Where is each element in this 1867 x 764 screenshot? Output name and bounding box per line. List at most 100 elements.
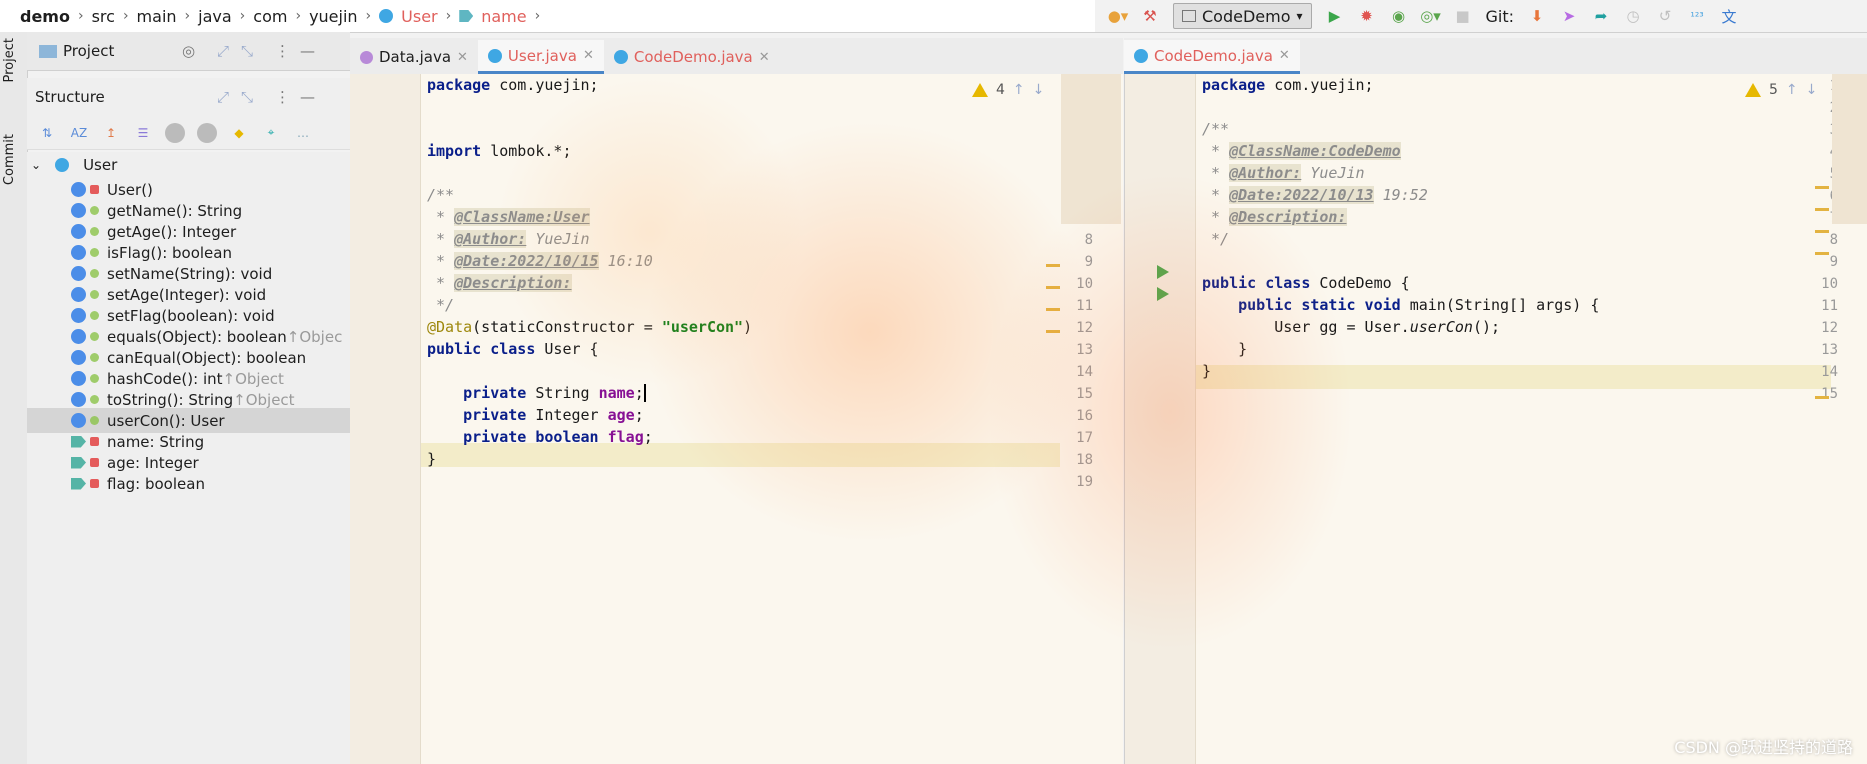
chevron-right-icon: ›: [239, 8, 246, 24]
more-options-icon[interactable]: ⋮: [275, 88, 290, 106]
code-line: public class CodeDemo {: [1202, 274, 1410, 292]
line-number: 11: [1076, 298, 1093, 314]
folder-icon: [39, 44, 57, 58]
collapse-icon[interactable]: ⤡: [241, 88, 253, 106]
chevron-right-icon: ›: [365, 8, 372, 24]
line-number: 12: [1821, 320, 1838, 336]
more-options-icon[interactable]: ⋮: [275, 42, 290, 60]
minimap[interactable]: [1061, 74, 1121, 224]
tree-item-label: equals(Object): boolean: [107, 327, 287, 346]
lock-icon: [90, 458, 99, 467]
line-number: 17: [1076, 430, 1093, 446]
warning-marker[interactable]: [1815, 186, 1829, 189]
warning-marker[interactable]: [1046, 286, 1060, 289]
tree-item-label: User(): [107, 180, 153, 199]
push-icon[interactable]: ➦: [1592, 7, 1610, 25]
left-editor[interactable]: 12345678910111213141516171819 package co…: [350, 74, 1123, 764]
tab-codedemo-java[interactable]: CodeDemo.java ✕: [604, 40, 780, 74]
run-icon[interactable]: ▶: [1326, 7, 1344, 25]
tab-codedemo-java[interactable]: CodeDemo.java ✕: [1124, 40, 1300, 74]
chevron-down-icon[interactable]: ⌄: [31, 158, 41, 172]
minimap[interactable]: [1832, 74, 1867, 224]
tree-root[interactable]: ⌄ User: [27, 152, 350, 177]
autoscroll-icon[interactable]: ⌖: [261, 123, 281, 143]
breadcrumb-item-com[interactable]: com: [253, 7, 287, 26]
arrow-down-icon[interactable]: ↓: [1806, 82, 1818, 98]
minimize-icon[interactable]: —: [300, 88, 315, 106]
method-icon: [71, 287, 86, 302]
warning-marker[interactable]: [1046, 330, 1060, 333]
collapse-icon[interactable]: ⤡: [241, 42, 253, 60]
warning-marker[interactable]: [1815, 230, 1829, 233]
history-icon[interactable]: ◷: [1624, 7, 1642, 25]
line-number: 14: [1821, 364, 1838, 380]
more-icon[interactable]: …: [293, 123, 313, 143]
close-icon[interactable]: ✕: [759, 50, 770, 65]
tree-item-suffix: ↑Objec: [286, 327, 343, 346]
debug-icon[interactable]: ✹: [1358, 7, 1376, 25]
tab-commit[interactable]: Commit: [2, 134, 17, 185]
user-icon[interactable]: ●▾: [1108, 7, 1129, 25]
arrow-up-icon[interactable]: ↑: [1786, 82, 1798, 98]
arrow-up-icon[interactable]: ↑: [1013, 82, 1025, 98]
breadcrumb-item-src[interactable]: src: [92, 7, 115, 26]
run-gutter-icon[interactable]: [1157, 265, 1169, 279]
close-icon[interactable]: ✕: [583, 48, 594, 63]
warning-marker[interactable]: [1046, 308, 1060, 311]
right-editor-tabs: CodeDemo.java ✕: [1124, 38, 1867, 75]
breadcrumb-item-main[interactable]: main: [137, 7, 177, 26]
stop-icon[interactable]: ■: [1454, 7, 1472, 25]
target-icon[interactable]: ◎: [182, 42, 195, 60]
tab-user-java[interactable]: User.java ✕: [477, 40, 604, 74]
commit-icon[interactable]: ➤: [1560, 7, 1578, 25]
project-panel-title[interactable]: Project: [63, 42, 114, 60]
arrow-down-icon[interactable]: ↓: [1033, 82, 1045, 98]
tree-item-label: age: Integer: [107, 453, 199, 472]
code-line: */: [427, 296, 455, 314]
show-non-public-icon[interactable]: [165, 122, 185, 143]
inspection-widget[interactable]: 5 ↑ ↓: [1745, 82, 1817, 98]
breadcrumb-item-name[interactable]: name: [481, 7, 526, 26]
inspection-widget[interactable]: 4 ↑ ↓: [972, 82, 1044, 98]
breadcrumb-item-yuejin[interactable]: yuejin: [309, 7, 357, 26]
rollback-icon[interactable]: ↺: [1656, 7, 1674, 25]
code-line: package com.yuejin;: [1202, 76, 1374, 94]
tree-field-item[interactable]: flag: boolean: [27, 471, 350, 496]
minimize-icon[interactable]: —: [300, 42, 315, 60]
tab-data-java[interactable]: Data.java ✕: [350, 40, 478, 74]
breadcrumb-item-demo[interactable]: demo: [20, 7, 70, 26]
translate-icon[interactable]: 文: [1720, 7, 1738, 26]
warning-marker[interactable]: [1046, 264, 1060, 267]
update-icon[interactable]: ⬇: [1528, 7, 1546, 25]
counter-icon[interactable]: ¹²³: [1688, 7, 1706, 25]
coverage-icon[interactable]: ◉: [1390, 7, 1408, 25]
code-line: * @ClassName:CodeDemo: [1202, 142, 1401, 160]
show-inherited-icon[interactable]: ↥: [101, 123, 121, 143]
warning-marker[interactable]: [1815, 208, 1829, 211]
code-line: /**: [1202, 120, 1230, 138]
lock-icon: [90, 185, 99, 194]
close-icon[interactable]: ✕: [457, 50, 468, 65]
warning-marker[interactable]: [1815, 252, 1829, 255]
right-editor[interactable]: 123456789101112131415 package com.yuejin…: [1124, 74, 1867, 764]
close-icon[interactable]: ✕: [1279, 48, 1290, 63]
hammer-icon[interactable]: ⚒: [1141, 7, 1159, 25]
run-gutter-icon[interactable]: [1157, 287, 1169, 301]
sort-alphabetically-icon[interactable]: AZ: [69, 123, 89, 143]
profile-icon[interactable]: ◎▾: [1420, 7, 1441, 25]
sort-by-visibility-icon[interactable]: ⇅: [37, 123, 57, 143]
tab-project[interactable]: Project: [2, 38, 17, 82]
expand-icon[interactable]: ⤢: [217, 88, 229, 106]
breadcrumb-item-user[interactable]: User: [401, 7, 437, 26]
breadcrumb-item-java[interactable]: java: [198, 7, 232, 26]
warning-marker[interactable]: [1815, 396, 1829, 399]
show-fields-icon[interactable]: ☰: [133, 123, 153, 143]
show-properties-icon[interactable]: ◆: [229, 123, 249, 143]
line-number: 8: [1084, 232, 1093, 248]
show-lambdas-icon[interactable]: [197, 122, 217, 143]
run-configuration-select[interactable]: CodeDemo ▾: [1173, 3, 1312, 29]
line-number: 15: [1821, 386, 1838, 402]
expand-icon[interactable]: ⤢: [217, 42, 229, 60]
code-line: * @ClassName:User: [427, 208, 590, 226]
warning-icon: [1745, 83, 1761, 97]
